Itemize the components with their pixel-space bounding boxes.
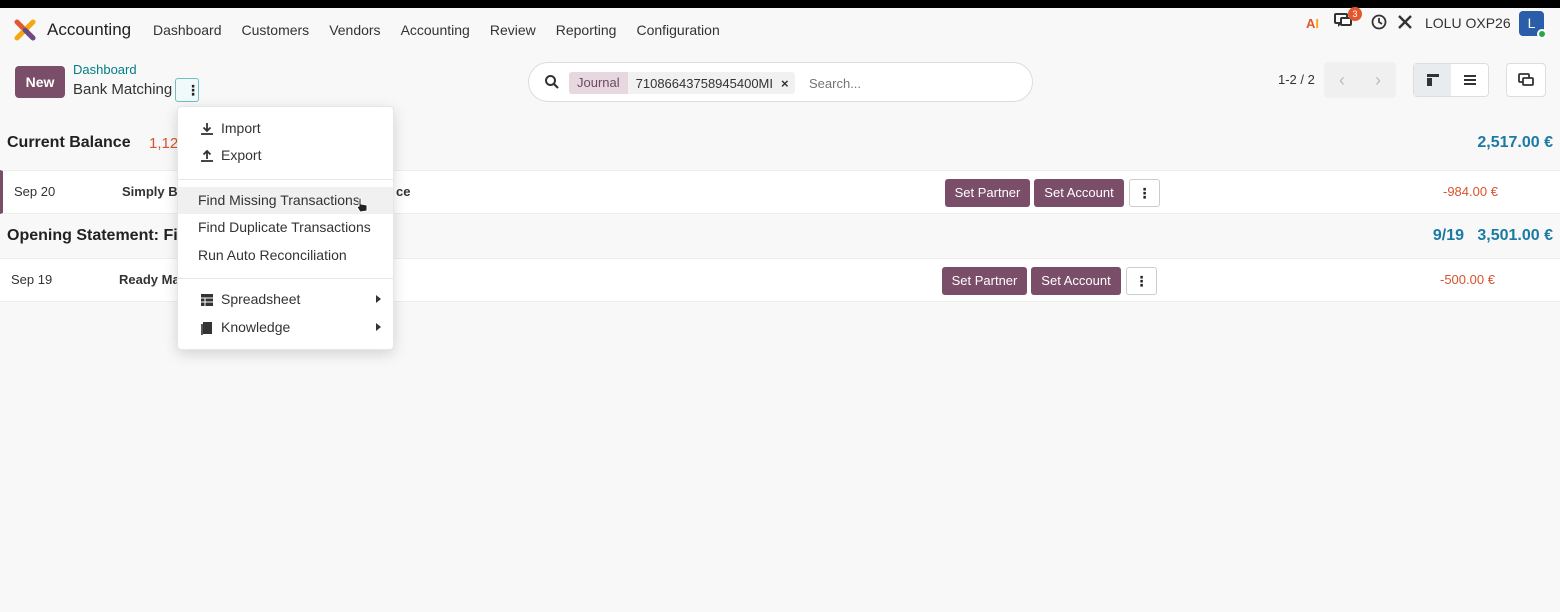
dropdown-item-spreadsheet[interactable]: Spreadsheet xyxy=(178,286,393,313)
line-date: Sep 19 xyxy=(11,272,53,287)
submenu-caret-icon xyxy=(376,295,381,303)
submenu-caret-icon xyxy=(376,323,381,331)
ai-icon[interactable]: AI xyxy=(1306,16,1319,31)
menu-accounting[interactable]: Accounting xyxy=(401,22,470,38)
group-amount: 2,517.00 € xyxy=(1477,134,1553,151)
online-status-dot xyxy=(1537,29,1547,39)
search-input[interactable] xyxy=(809,73,1009,93)
line-amount: -984.00 € xyxy=(1443,184,1498,199)
dropdown-item-label: Find Missing Transactions xyxy=(198,192,360,208)
breadcrumb-dashboard[interactable]: Dashboard xyxy=(73,62,137,77)
chat-badge: 3 xyxy=(1348,7,1362,21)
set-partner-button[interactable]: Set Partner xyxy=(945,179,1030,207)
upload-icon xyxy=(201,149,213,162)
download-icon xyxy=(201,123,213,135)
menu-review[interactable]: Review xyxy=(490,22,536,38)
clock-icon[interactable] xyxy=(1371,14,1387,30)
dropdown-item-import[interactable]: Import xyxy=(178,115,393,142)
facet-label: Journal xyxy=(569,72,628,94)
list-view-icon xyxy=(1463,75,1476,85)
main-navbar: Accounting Dashboard Customers Vendors A… xyxy=(0,8,1560,52)
line-date: Sep 20 xyxy=(14,184,56,199)
menu-vendors[interactable]: Vendors xyxy=(329,22,380,38)
facet-value: 71086643758945400MI xyxy=(635,75,773,91)
search-bar: Journal 71086643758945400MI × xyxy=(528,62,1033,102)
ai-icon-i: I xyxy=(1315,16,1320,31)
group-amount: 3,501.00 € xyxy=(1477,227,1553,244)
dropdown-item-export[interactable]: Export xyxy=(178,142,393,169)
chatter-icon xyxy=(1518,73,1534,86)
spreadsheet-icon xyxy=(201,294,213,306)
chatter-toggle-button[interactable] xyxy=(1506,63,1546,97)
accounting-app-icon[interactable] xyxy=(14,19,36,41)
set-partner-button[interactable]: Set Partner xyxy=(942,267,1027,295)
menu-reporting[interactable]: Reporting xyxy=(556,22,617,38)
dropdown-item-knowledge[interactable]: Knowledge xyxy=(178,314,393,341)
top-menu: Dashboard Customers Vendors Accounting R… xyxy=(153,22,740,38)
group-title: Opening Statement: Fi xyxy=(7,227,178,244)
search-icon[interactable] xyxy=(544,74,560,90)
dropdown-item-auto-reconcile[interactable]: Run Auto Reconciliation xyxy=(178,242,393,269)
menu-configuration[interactable]: Configuration xyxy=(636,22,719,38)
group-sub-amount: 1,12 xyxy=(149,135,179,152)
tools-icon[interactable] xyxy=(1397,14,1413,30)
app-name[interactable]: Accounting xyxy=(47,20,131,40)
pager-prev-button[interactable]: ‹ xyxy=(1324,62,1360,98)
pager-nav: ‹ › xyxy=(1324,62,1396,98)
pager-next-button[interactable]: › xyxy=(1360,62,1396,98)
dropdown-divider xyxy=(178,179,393,180)
group-title: Current Balance xyxy=(7,134,131,151)
screen-top-edge xyxy=(0,0,1560,8)
facet-remove-icon[interactable]: × xyxy=(781,76,795,91)
dropdown-divider xyxy=(178,278,393,279)
group-count: 9/19 xyxy=(1432,227,1464,244)
line-label: Ready Ma xyxy=(119,272,180,287)
menu-dashboard[interactable]: Dashboard xyxy=(153,22,222,38)
kanban-view-icon xyxy=(1426,74,1439,86)
actions-menu-button[interactable]: ⋮ xyxy=(175,78,200,102)
actions-dropdown: Import Export Find Missing Transactions … xyxy=(177,106,394,350)
line-more-button[interactable]: ⋮ xyxy=(1129,179,1160,207)
kebab-icon: ⋮ xyxy=(186,82,200,98)
dropdown-item-label: Import xyxy=(221,120,261,136)
dropdown-item-label: Knowledge xyxy=(221,319,291,335)
list-view-button[interactable] xyxy=(1451,64,1488,96)
line-more-button[interactable]: ⋮ xyxy=(1126,267,1157,295)
set-account-button[interactable]: Set Account xyxy=(1034,179,1124,207)
line-amount: -500.00 € xyxy=(1440,272,1495,287)
dropdown-item-label: Spreadsheet xyxy=(221,291,301,307)
dropdown-item-label: Run Auto Reconciliation xyxy=(198,247,347,263)
dropdown-item-find-duplicate[interactable]: Find Duplicate Transactions xyxy=(178,214,393,241)
kanban-view-button[interactable] xyxy=(1414,64,1451,96)
menu-customers[interactable]: Customers xyxy=(242,22,310,38)
set-account-button[interactable]: Set Account xyxy=(1031,267,1121,295)
dropdown-item-label: Find Duplicate Transactions xyxy=(198,219,371,235)
knowledge-book-icon xyxy=(201,322,212,335)
breadcrumb-current: Bank Matching xyxy=(73,81,173,98)
dropdown-item-label: Export xyxy=(221,147,262,163)
mouse-cursor-icon xyxy=(356,197,368,213)
view-switcher xyxy=(1413,63,1489,97)
line-label-tail: ce xyxy=(396,184,411,199)
search-facet-journal: Journal 71086643758945400MI × xyxy=(569,72,795,94)
pager-value[interactable]: 1-2 / 2 xyxy=(1278,72,1315,87)
company-switcher[interactable]: LOLU OXP26 xyxy=(1425,15,1511,31)
new-button[interactable]: New xyxy=(15,66,65,98)
